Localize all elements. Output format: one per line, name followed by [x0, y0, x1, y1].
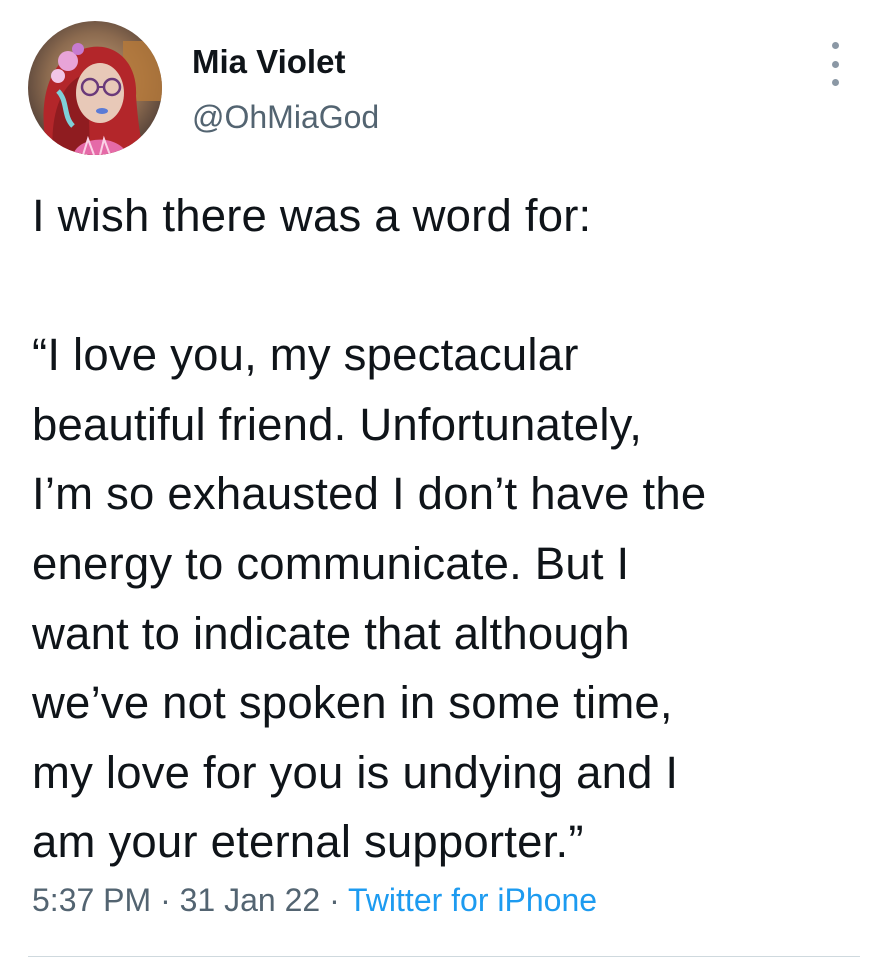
more-vertical-icon[interactable]: [818, 42, 852, 86]
tweet-line: beautiful friend. Unfortunately,: [32, 398, 643, 450]
tweet-line: we’ve not spoken in some time,: [32, 677, 673, 729]
tweet-line: am your eternal supporter.”: [32, 816, 584, 868]
display-name[interactable]: Mia Violet: [192, 41, 345, 83]
tweet-line: energy to communicate. But I: [32, 537, 630, 589]
tweet-line: my love for you is undying and I: [32, 746, 679, 798]
more-dot: [831, 60, 839, 68]
tweet-meta: 5:37 PM · 31 Jan 22 · Twitter for iPhone: [32, 880, 597, 920]
tweet-source-link[interactable]: Twitter for iPhone: [348, 882, 597, 918]
tweet-date[interactable]: 31 Jan 22: [180, 882, 321, 918]
more-dot: [831, 79, 839, 86]
tweet-line: want to indicate that although: [32, 607, 630, 659]
meta-separator: ·: [320, 882, 349, 918]
tweet-text: I wish there was a word for: “I love you…: [32, 181, 862, 877]
user-handle[interactable]: @OhMiaGod: [192, 97, 379, 137]
tweet-time[interactable]: 5:37 PM: [32, 882, 151, 918]
tweet-line: I wish there was a word for:: [32, 190, 592, 241]
avatar-image: [28, 21, 162, 155]
tweet-card: Mia Violet @OhMiaGod I wish there was a …: [0, 0, 888, 960]
meta-separator: ·: [151, 882, 180, 918]
divider: [28, 956, 860, 957]
avatar[interactable]: [28, 21, 162, 155]
more-dot: [831, 42, 839, 49]
tweet-line: I’m so exhausted I don’t have the: [32, 468, 707, 520]
tweet-line: “I love you, my spectacular: [32, 329, 579, 381]
